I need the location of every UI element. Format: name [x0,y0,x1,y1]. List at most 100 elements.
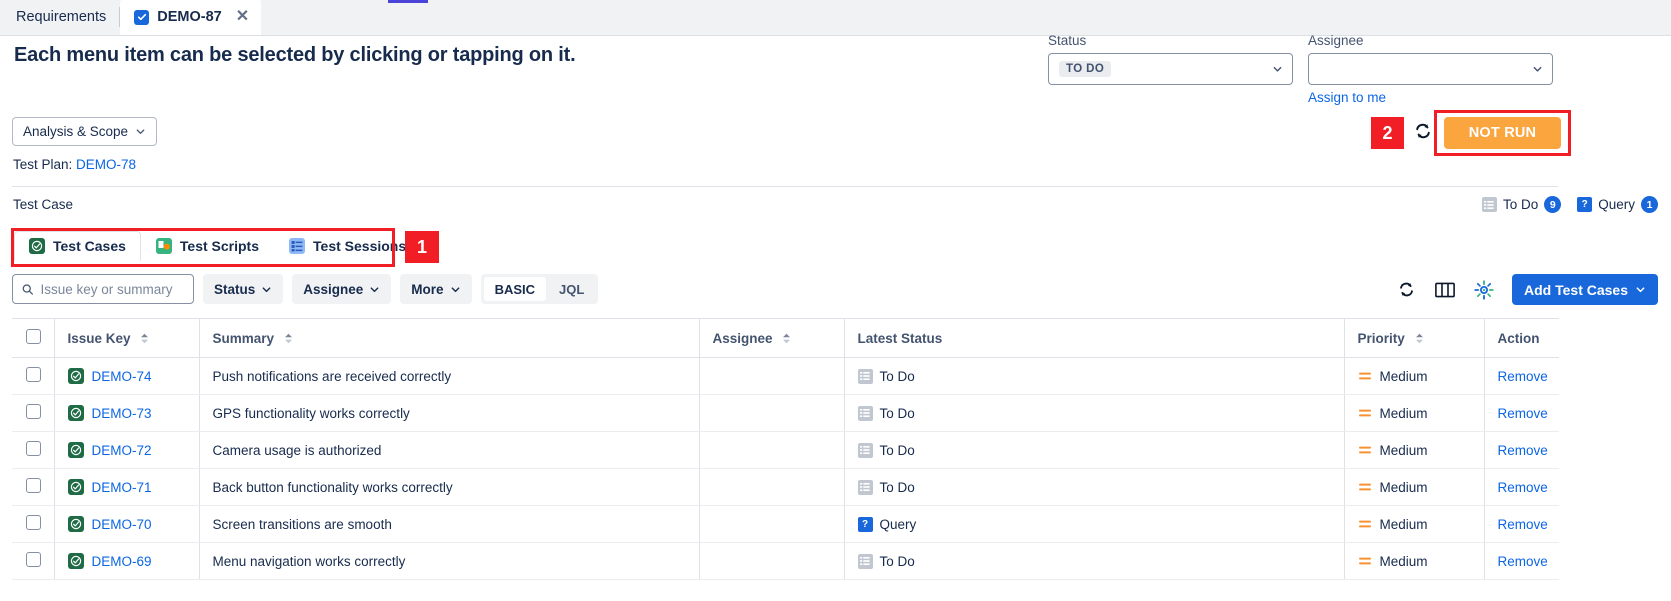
status-text: To Do [880,369,915,384]
remove-link[interactable]: Remove [1498,369,1548,384]
refresh-icon[interactable] [1395,279,1417,301]
refresh-icon[interactable] [1413,121,1433,141]
row-checkbox[interactable] [26,367,41,382]
status-text: To Do [880,443,915,458]
col-assignee-label: Assignee [713,331,773,346]
cell-latest-status: To Do [844,395,1344,432]
issue-key-link[interactable]: DEMO-74 [92,369,152,384]
tab-accent-bar [388,0,428,3]
priority-text: Medium [1380,480,1428,495]
search-input[interactable] [41,282,184,297]
table-row[interactable]: DEMO-72Camera usage is authorizedTo DoMe… [12,432,1559,469]
priority-medium-icon [1358,443,1372,457]
col-summary-label: Summary [213,331,275,346]
test-case-icon [68,368,84,384]
table-row[interactable]: DEMO-70Screen transitions are smooth?Que… [12,506,1559,543]
table-actions: Add Test Cases [1395,274,1658,305]
row-checkbox[interactable] [26,441,41,456]
query-chip[interactable]: ? Query 1 [1577,196,1658,213]
tab-demo-87[interactable]: DEMO-87 ✕ [120,0,261,35]
browser-tab-bar: Requirements DEMO-87 ✕ [0,0,1671,36]
more-filter-button[interactable]: More [400,274,471,304]
remove-link[interactable]: Remove [1498,406,1548,421]
status-select[interactable]: TO DO [1048,53,1293,85]
row-checkbox[interactable] [26,478,41,493]
not-run-status-button[interactable]: NOT RUN [1444,117,1561,149]
col-latest-status-label: Latest Status [858,331,943,346]
row-checkbox[interactable] [26,515,41,530]
cell-action: Remove [1484,543,1559,580]
col-assignee[interactable]: Assignee [699,319,844,358]
row-select-cell [12,506,54,543]
table-header-row: Issue Key Summary Assignee Latest Status… [12,319,1559,358]
status-field-label: Status [1048,33,1293,48]
issue-key-link[interactable]: DEMO-73 [92,406,152,421]
row-select-cell [12,469,54,506]
todo-chip[interactable]: To Do 9 [1482,196,1561,213]
issue-key-link[interactable]: DEMO-70 [92,517,152,532]
remove-link[interactable]: Remove [1498,443,1548,458]
jql-mode-option[interactable]: JQL [548,277,595,301]
col-priority[interactable]: Priority [1344,319,1484,358]
columns-icon[interactable] [1434,279,1456,301]
select-all-checkbox[interactable] [26,329,41,344]
assignee-select[interactable] [1308,53,1553,85]
test-case-icon [68,553,84,569]
priority-medium-icon [1358,369,1372,383]
settings-sparkle-icon[interactable] [1473,279,1495,301]
issue-key-link[interactable]: DEMO-71 [92,480,152,495]
row-select-cell [12,543,54,580]
cell-action: Remove [1484,469,1559,506]
chevron-down-icon [450,284,461,295]
priority-text: Medium [1380,443,1428,458]
list-icon [858,443,873,458]
chevron-down-icon [1532,64,1543,75]
issue-key-link[interactable]: DEMO-69 [92,554,152,569]
remove-link[interactable]: Remove [1498,517,1548,532]
cell-action: Remove [1484,358,1559,395]
add-test-cases-button[interactable]: Add Test Cases [1512,274,1658,305]
chevron-down-icon [261,284,272,295]
cell-priority: Medium [1344,358,1484,395]
tab-test-sessions[interactable]: Test Sessions [274,231,421,261]
table-row[interactable]: DEMO-71 Back button functionality works c… [12,469,1559,506]
table-row[interactable]: DEMO-69Menu navigation works correctlyTo… [12,543,1559,580]
col-summary[interactable]: Summary [199,319,699,358]
search-box[interactable] [12,274,194,304]
status-filter-label: Status [214,282,255,297]
tab-test-scripts-label: Test Scripts [180,238,259,254]
test-case-section-label: Test Case [13,197,73,212]
col-action: Action [1484,319,1559,358]
basic-mode-option[interactable]: BASIC [484,277,546,301]
assignee-filter-button[interactable]: Assignee [292,274,391,304]
close-icon[interactable]: ✕ [236,9,249,25]
row-checkbox[interactable] [26,552,41,567]
tab-test-scripts[interactable]: Test Scripts [141,231,274,261]
list-icon [858,369,873,384]
tab-test-cases[interactable]: Test Cases [14,231,141,261]
tab-requirements[interactable]: Requirements [0,0,120,35]
test-case-icon [29,238,45,254]
status-filter-button[interactable]: Status [203,274,283,304]
col-issue-key[interactable]: Issue Key [54,319,199,358]
table-row[interactable]: DEMO-73GPS functionality works correctly… [12,395,1559,432]
analysis-scope-dropdown[interactable]: Analysis & Scope [12,117,157,146]
priority-text: Medium [1380,369,1428,384]
test-plan-link[interactable]: DEMO-78 [76,157,136,172]
remove-link[interactable]: Remove [1498,480,1548,495]
cell-priority: Medium [1344,469,1484,506]
cell-summary: Back button functionality works correctl… [199,469,699,506]
chevron-down-icon [1272,64,1283,75]
chevron-down-icon [369,284,380,295]
more-filter-label: More [411,282,443,297]
assign-to-me-link[interactable]: Assign to me [1308,90,1386,105]
issue-key-link[interactable]: DEMO-72 [92,443,152,458]
row-checkbox[interactable] [26,404,41,419]
test-session-icon [289,238,305,254]
test-plan-prefix: Test Plan: [13,157,72,172]
cell-latest-status: To Do [844,543,1344,580]
tab-test-cases-label: Test Cases [53,238,126,254]
remove-link[interactable]: Remove [1498,554,1548,569]
test-case-icon [68,405,84,421]
table-row[interactable]: DEMO-74Push notifications are received c… [12,358,1559,395]
